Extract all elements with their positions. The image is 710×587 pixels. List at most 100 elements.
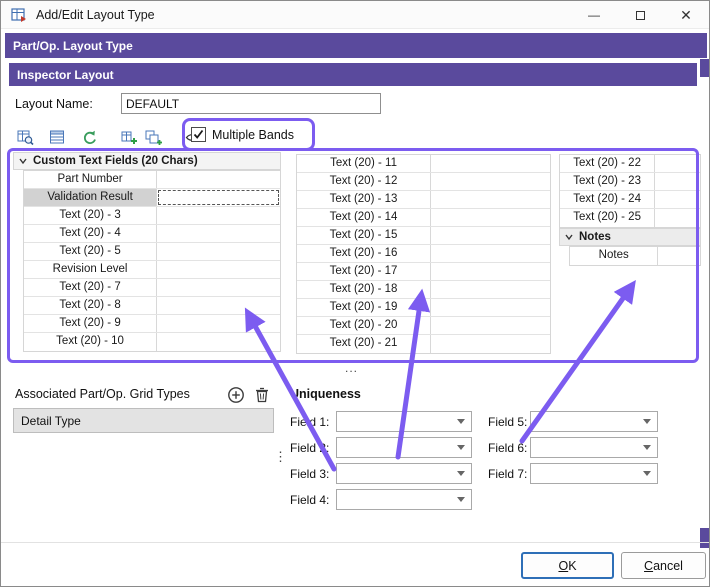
field-value-cell[interactable] <box>431 263 550 280</box>
field-row[interactable]: Text (20) - 25 <box>560 209 700 227</box>
chevron-down-icon <box>457 471 465 476</box>
field-value-cell[interactable] <box>431 227 550 244</box>
field-value-cell[interactable] <box>431 173 550 190</box>
field-value-cell[interactable] <box>431 191 550 208</box>
field-row[interactable]: Text (20) - 23 <box>560 173 700 191</box>
field-value-cell[interactable] <box>431 281 550 298</box>
field-row[interactable]: Text (20) - 7 <box>24 279 280 297</box>
chevron-down-icon <box>643 419 651 424</box>
layout-name-input[interactable] <box>121 93 381 114</box>
field-row[interactable]: Text (20) - 17 <box>297 263 550 281</box>
uniqueness-title: Uniqueness <box>290 387 361 401</box>
title-bar[interactable]: Add/Edit Layout Type — ✕ <box>1 1 709 29</box>
field-row[interactable]: Revision Level <box>24 261 280 279</box>
ok-button[interactable]: OK <box>521 552 614 579</box>
group-header-custom-text-fields[interactable]: Custom Text Fields (20 Chars) <box>13 152 281 170</box>
field-row[interactable]: Text (20) - 3 <box>24 207 280 225</box>
field7-label: Field 7: <box>488 467 527 481</box>
field6-label: Field 6: <box>488 441 527 455</box>
field-value-cell[interactable] <box>431 209 550 226</box>
band-1: Custom Text Fields (20 Chars) Part Numbe… <box>13 152 281 352</box>
add-band-icon[interactable] <box>117 126 141 148</box>
field-value-cell[interactable] <box>157 243 280 260</box>
add-grid-type-button[interactable] <box>227 386 245 404</box>
field5-label: Field 5: <box>488 415 527 429</box>
maximize-icon <box>636 11 645 20</box>
inspector-header-label: Inspector Layout <box>17 68 114 82</box>
minimize-button[interactable]: — <box>571 1 617 29</box>
field-value-editor[interactable] <box>157 189 280 206</box>
field-value-cell[interactable] <box>658 247 700 265</box>
field-value-cell[interactable] <box>157 315 280 332</box>
field-value-cell[interactable] <box>157 261 280 278</box>
multiple-bands-label: Multiple Bands <box>212 128 294 142</box>
band-rows-icon[interactable] <box>45 126 69 148</box>
grid-search-icon[interactable] <box>13 126 37 148</box>
field-value-cell[interactable] <box>431 299 550 316</box>
part-op-layout-type-header: Part/Op. Layout Type <box>5 33 707 58</box>
field-value-cell[interactable] <box>157 207 280 224</box>
close-button[interactable]: ✕ <box>663 1 709 29</box>
field-row[interactable]: Text (20) - 22 <box>560 155 700 173</box>
field-value-cell[interactable] <box>655 155 700 172</box>
delete-grid-type-button[interactable] <box>253 386 271 404</box>
field-value-cell[interactable] <box>157 279 280 296</box>
field-value-cell[interactable] <box>157 333 280 351</box>
field-row[interactable]: Text (20) - 13 <box>297 191 550 209</box>
field4-combo[interactable] <box>336 489 472 510</box>
horizontal-splitter-grip[interactable]: ... <box>345 361 358 375</box>
field-row[interactable]: Text (20) - 16 <box>297 245 550 263</box>
field6-combo[interactable] <box>530 437 658 458</box>
field-row[interactable]: Text (20) - 9 <box>24 315 280 333</box>
maximize-button[interactable] <box>617 1 663 29</box>
field-row[interactable]: Text (20) - 5 <box>24 243 280 261</box>
chevron-down-icon <box>457 497 465 502</box>
field-row-selected[interactable]: Validation Result <box>24 189 280 207</box>
field2-combo[interactable] <box>336 437 472 458</box>
copy-band-icon[interactable] <box>141 126 165 148</box>
field-row[interactable]: Text (20) - 8 <box>24 297 280 315</box>
field-value-cell[interactable] <box>431 155 550 172</box>
field5-combo[interactable] <box>530 411 658 432</box>
field-row[interactable]: Notes <box>570 247 700 265</box>
group-header-notes[interactable]: Notes <box>559 228 701 246</box>
checkbox-check-icon <box>191 127 206 142</box>
field3-combo[interactable] <box>336 463 472 484</box>
field-value-cell[interactable] <box>655 173 700 190</box>
undo-icon[interactable] <box>77 126 101 148</box>
field-value-cell[interactable] <box>655 209 700 227</box>
field7-combo[interactable] <box>530 463 658 484</box>
field1-combo[interactable] <box>336 411 472 432</box>
field-row[interactable]: Text (20) - 21 <box>297 335 550 353</box>
right-edge-tab-bottom <box>700 528 710 548</box>
field1-label: Field 1: <box>290 415 329 429</box>
footer-separator <box>1 542 709 543</box>
field-row[interactable]: Text (20) - 14 <box>297 209 550 227</box>
field-value-cell[interactable] <box>157 171 280 188</box>
inspector-layout-header: Inspector Layout <box>9 63 697 86</box>
cancel-button[interactable]: Cancel <box>621 552 706 579</box>
field-row[interactable]: Text (20) - 12 <box>297 173 550 191</box>
field-row[interactable]: Text (20) - 20 <box>297 317 550 335</box>
field2-label: Field 2: <box>290 441 329 455</box>
field-value-cell[interactable] <box>157 225 280 242</box>
field-value-cell[interactable] <box>431 335 550 353</box>
field-row[interactable]: Text (20) - 15 <box>297 227 550 245</box>
multiple-bands-checkbox[interactable]: Multiple Bands <box>191 127 294 142</box>
field-value-cell[interactable] <box>157 297 280 314</box>
field-row[interactable]: Text (20) - 18 <box>297 281 550 299</box>
field-row[interactable]: Text (20) - 10 <box>24 333 280 351</box>
chevron-down-icon <box>643 445 651 450</box>
field-row[interactable]: Text (20) - 24 <box>560 191 700 209</box>
field3-label: Field 3: <box>290 467 329 481</box>
field-row[interactable]: Text (20) - 11 <box>297 155 550 173</box>
vertical-splitter-grip[interactable]: ⋮ <box>274 449 287 465</box>
field-value-cell[interactable] <box>431 317 550 334</box>
grid-type-list-item[interactable]: Detail Type <box>13 408 274 433</box>
field-value-cell[interactable] <box>431 245 550 262</box>
field-row[interactable]: Part Number <box>24 171 280 189</box>
band-3: Text (20) - 22 Text (20) - 23 Text (20) … <box>559 154 701 266</box>
field-value-cell[interactable] <box>655 191 700 208</box>
field-row[interactable]: Text (20) - 4 <box>24 225 280 243</box>
field-row[interactable]: Text (20) - 19 <box>297 299 550 317</box>
